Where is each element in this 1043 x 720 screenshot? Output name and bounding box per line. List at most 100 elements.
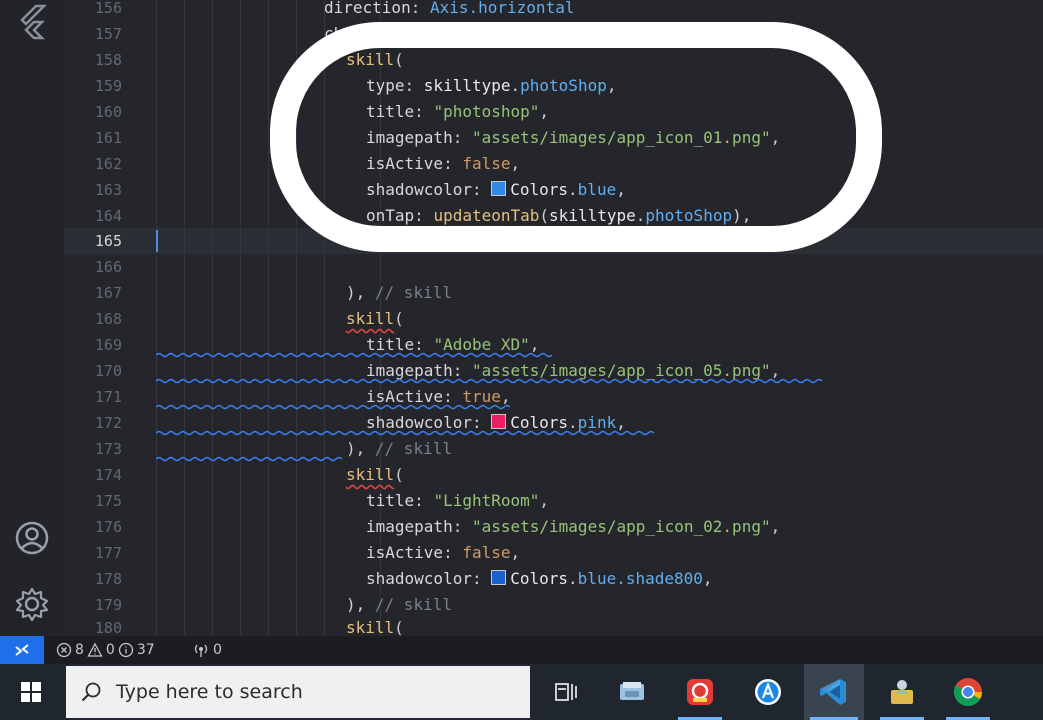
code-line: imagepath: "assets/images/app_icon_02.pn… bbox=[366, 514, 780, 540]
error-icon bbox=[56, 642, 72, 658]
code-token-punct: , bbox=[539, 491, 550, 510]
line-number: 171 bbox=[94, 388, 122, 406]
line-number: 169 bbox=[94, 336, 122, 354]
code-token-comment: // skill bbox=[374, 283, 452, 302]
line-number: 162 bbox=[94, 155, 122, 173]
text-cursor bbox=[156, 230, 158, 252]
code-token-comment: // skill bbox=[374, 439, 452, 458]
code-token-punct: , bbox=[510, 543, 521, 562]
indent-guide bbox=[184, 0, 185, 636]
code-token-punct: : bbox=[471, 569, 492, 588]
task-view-icon bbox=[555, 683, 577, 701]
search-icon bbox=[81, 682, 101, 702]
warning-count: 0 bbox=[105, 642, 115, 658]
line-number: 166 bbox=[94, 258, 122, 276]
warning-squiggle bbox=[156, 404, 511, 410]
line-number: 164 bbox=[94, 207, 122, 225]
code-line: title: "LightRoom", bbox=[366, 488, 549, 514]
line-number: 158 bbox=[94, 51, 122, 69]
code-token-punct: : bbox=[443, 543, 463, 562]
line-number: 172 bbox=[94, 414, 122, 432]
indent-guide bbox=[240, 0, 241, 636]
code-token-punct: ( bbox=[394, 618, 404, 636]
code-token-string: "assets/images/app_icon_02.png" bbox=[471, 517, 771, 536]
code-token-punct: : bbox=[414, 491, 434, 510]
line-number: 167 bbox=[94, 284, 122, 302]
indent-guide bbox=[156, 0, 157, 636]
line-number: 170 bbox=[94, 362, 122, 380]
line-number-gutter: 156 157 158 159 160 161 162 163 164 165 … bbox=[64, 0, 128, 636]
activity-bar bbox=[0, 0, 65, 636]
start-button[interactable] bbox=[0, 664, 62, 720]
code-token-punct: , bbox=[702, 569, 713, 588]
vscode-app-button[interactable] bbox=[804, 664, 864, 720]
code-line: direction: Axis.horizontal bbox=[324, 0, 574, 21]
broadcast-icon bbox=[194, 644, 208, 657]
code-token-punct: ) bbox=[346, 283, 356, 302]
code-token-punct: , bbox=[355, 439, 375, 458]
ports-count: 0 bbox=[213, 642, 222, 658]
vscode-app-icon bbox=[820, 679, 846, 705]
warning-icon bbox=[87, 642, 103, 657]
code-token-punct: , bbox=[355, 283, 375, 302]
chrome-app-icon bbox=[954, 678, 982, 706]
code-token-member: blue.shade800 bbox=[577, 569, 703, 588]
code-line: skill( bbox=[346, 615, 404, 636]
error-count: 8 bbox=[75, 642, 84, 658]
info-icon bbox=[118, 642, 133, 658]
browser-a-app-button[interactable] bbox=[738, 664, 798, 720]
task-view-button[interactable] bbox=[536, 664, 596, 720]
file-explorer-icon bbox=[620, 682, 644, 700]
remote-indicator-button[interactable] bbox=[0, 636, 44, 664]
color-swatch-icon[interactable] bbox=[491, 570, 507, 585]
image-editor-app-button[interactable] bbox=[670, 664, 730, 720]
code-token-punct: ) bbox=[346, 595, 356, 614]
code-line: ), // skill bbox=[346, 280, 452, 306]
problems-indicator[interactable]: 8 0 37 bbox=[56, 636, 155, 664]
code-line: skill( bbox=[346, 306, 404, 332]
line-number: 168 bbox=[94, 310, 122, 328]
code-token-type: Colors bbox=[510, 569, 569, 588]
code-token-property: imagepath bbox=[366, 517, 453, 536]
warning-squiggle bbox=[156, 352, 553, 358]
indent-guide bbox=[212, 0, 213, 636]
code-token-punct: , bbox=[770, 517, 781, 536]
search-placeholder: Type here to search bbox=[116, 681, 303, 703]
file-explorer-button[interactable] bbox=[602, 664, 662, 720]
code-line: isActive: false, bbox=[366, 540, 520, 566]
code-token-string: "LightRoom" bbox=[433, 491, 540, 510]
settings-gear-icon[interactable] bbox=[12, 584, 52, 624]
code-token-property: direction bbox=[324, 0, 411, 17]
line-number: 180 bbox=[94, 619, 122, 636]
line-number: 157 bbox=[94, 25, 122, 43]
color-swatch-icon[interactable] bbox=[491, 414, 507, 429]
ports-indicator[interactable]: 0 bbox=[192, 636, 222, 664]
highlight-annotation-oval bbox=[270, 22, 882, 252]
code-token-keyword: false bbox=[462, 543, 511, 562]
taskbar-search-box[interactable]: Type here to search bbox=[66, 666, 530, 718]
line-number: 163 bbox=[94, 181, 122, 199]
code-token-punct: . bbox=[568, 569, 578, 588]
code-token-call: skill bbox=[346, 465, 395, 484]
code-token-punct: ( bbox=[394, 465, 404, 484]
remote-icon bbox=[15, 644, 29, 656]
code-token-call: skill bbox=[346, 618, 395, 636]
chrome-app-button[interactable] bbox=[938, 664, 998, 720]
flutter-logo-icon[interactable] bbox=[12, 2, 52, 42]
user-folder-app-button[interactable] bbox=[872, 664, 932, 720]
code-token-value: Axis.horizontal bbox=[429, 0, 575, 17]
line-number: 160 bbox=[94, 103, 122, 121]
status-bar: 8 0 37 0 bbox=[0, 636, 1043, 664]
info-count: 37 bbox=[136, 642, 155, 658]
code-token-property: title bbox=[366, 491, 415, 510]
warning-squiggle bbox=[156, 430, 655, 436]
code-token-punct: , bbox=[355, 595, 375, 614]
code-token-punct: : bbox=[410, 0, 430, 17]
code-token-comment: // skill bbox=[374, 595, 452, 614]
windows-logo-icon bbox=[21, 682, 41, 702]
warning-squiggle bbox=[156, 378, 823, 384]
image-editor-app-icon bbox=[687, 679, 713, 705]
windows-taskbar: Type here to search bbox=[0, 664, 1043, 720]
account-icon[interactable] bbox=[12, 518, 52, 558]
line-number: 176 bbox=[94, 518, 122, 536]
